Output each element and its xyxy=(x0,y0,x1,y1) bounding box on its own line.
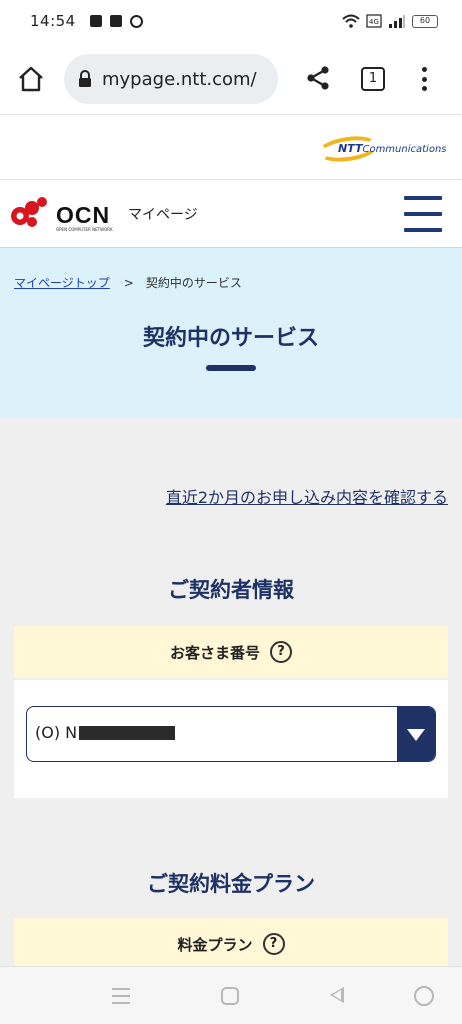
select-value: (O) N xyxy=(35,723,176,742)
system-nav-bar xyxy=(0,966,462,1024)
customer-number-select[interactable]: (O) N xyxy=(26,706,436,762)
home-nav-icon[interactable] xyxy=(221,987,239,1005)
title-underline xyxy=(206,365,256,371)
help-icon[interactable]: ? xyxy=(262,933,285,955)
notification-icon xyxy=(89,15,102,27)
ntt-banner: NTTCommunications xyxy=(0,114,462,180)
plan-label: 料金プラン xyxy=(177,935,253,954)
wifi-icon xyxy=(342,14,360,28)
customer-number-label: お客さま番号 xyxy=(169,643,260,662)
ocn-logo[interactable]: OCN OPEN COMPUTER NETWORK xyxy=(10,194,118,234)
url-bar[interactable]: mypage.ntt.com/ xyxy=(64,54,278,104)
customer-number-label-band: お客さま番号 ? xyxy=(14,626,448,678)
page-hero: マイページトップ > 契約中のサービス 契約中のサービス xyxy=(0,248,462,418)
tab-switcher-button[interactable]: 1 xyxy=(361,67,385,91)
breadcrumb-home-link[interactable]: マイページトップ xyxy=(14,274,110,291)
recent-applications-link[interactable]: 直近2か月のお申し込み内容を確認する xyxy=(166,484,448,508)
plan-label-band: 料金プラン ? xyxy=(14,918,448,970)
browser-toolbar: mypage.ntt.com/ 1 xyxy=(0,42,462,114)
status-time: 14:54 xyxy=(30,12,76,30)
url-text: mypage.ntt.com/ xyxy=(102,68,257,90)
ocn-subtitle: OPEN COMPUTER NETWORK xyxy=(56,227,113,232)
hamburger-icon[interactable] xyxy=(404,196,442,232)
breadcrumb-current: 契約中のサービス xyxy=(145,276,242,290)
share-icon[interactable] xyxy=(305,65,331,91)
d-app-icon xyxy=(129,14,143,28)
select-value-text: (O) N xyxy=(35,723,78,742)
more-vert-icon[interactable] xyxy=(414,65,434,93)
ocn-wordmark: OCN xyxy=(56,202,111,228)
help-icon[interactable]: ? xyxy=(270,641,292,663)
dropdown-arrow-icon[interactable] xyxy=(397,707,435,761)
back-icon[interactable] xyxy=(330,987,344,1003)
home-icon[interactable] xyxy=(16,64,46,94)
assistant-icon[interactable] xyxy=(414,986,434,1006)
app-notification-icon xyxy=(109,15,122,27)
ntt-logo-name: NTT xyxy=(338,142,363,155)
status-indicators: 4G 60 xyxy=(342,14,438,28)
battery-icon: 60 xyxy=(412,14,438,28)
site-label: マイページ xyxy=(128,207,198,223)
site-header: OCN OPEN COMPUTER NETWORK マイページ xyxy=(0,180,462,248)
signal-icon xyxy=(389,15,405,28)
volte-icon: 4G xyxy=(366,14,382,28)
plan-heading: ご契約料金プラン xyxy=(147,872,315,896)
recents-icon[interactable] xyxy=(110,985,132,1007)
breadcrumb: マイページトップ > 契約中のサービス xyxy=(14,274,242,291)
ntt-logo-suffix: Communications xyxy=(362,144,447,155)
status-bar: 14:54 4G 60 xyxy=(0,0,462,42)
customer-number-panel: (O) N xyxy=(14,680,448,798)
ntt-communications-logo[interactable]: NTTCommunications xyxy=(316,132,447,166)
lock-icon xyxy=(79,70,91,87)
redacted-block xyxy=(79,725,176,740)
svg-text:4G: 4G xyxy=(369,18,379,26)
contractor-info-heading: ご契約者情報 xyxy=(168,578,294,602)
ocn-mark-icon xyxy=(11,197,47,227)
breadcrumb-separator: > xyxy=(123,275,134,290)
page-title: 契約中のサービス xyxy=(142,326,319,351)
